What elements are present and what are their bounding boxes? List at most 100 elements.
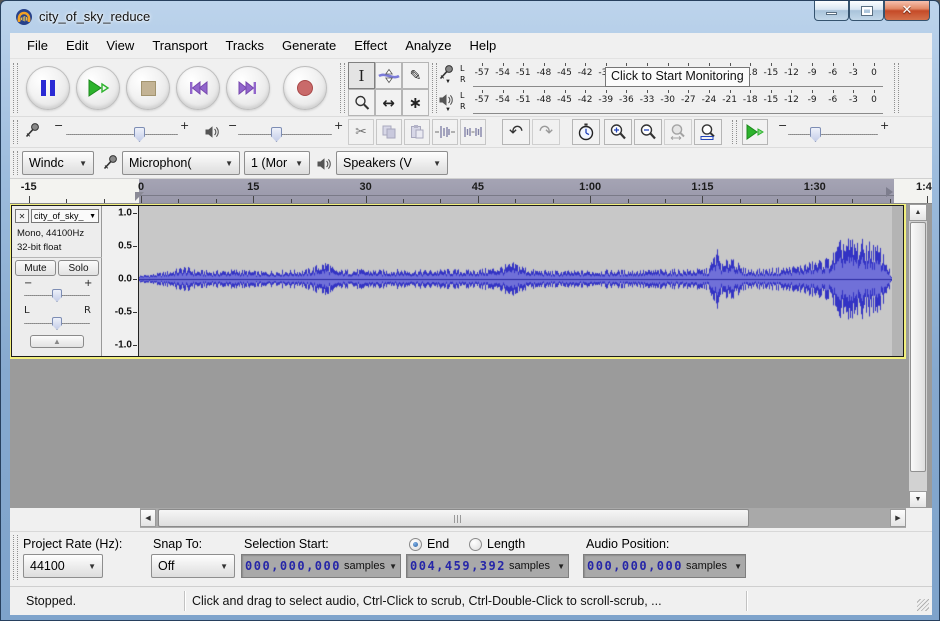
end-radio-label[interactable]: End [427,537,449,551]
trim-audio-button[interactable] [432,119,458,145]
audio-host-select[interactable]: Windc▼ [22,151,94,175]
menu-item-view[interactable]: View [97,35,143,56]
skip-to-end-button[interactable] [226,66,270,110]
arrow-right-icon: ▶ [895,514,900,522]
chevron-down-icon[interactable]: ▼ [557,562,565,571]
meter-dropdown-arrow-icon[interactable]: ▼ [445,79,451,85]
horizontal-scrollbar-thumb[interactable] [158,509,749,527]
track-area[interactable]: ✕ city_of_sky_ ▼ Mono, 44100Hz 32-bit fl… [10,204,932,508]
snap-to-select[interactable]: Off▼ [151,554,235,578]
zoom-tool-button[interactable] [348,89,375,116]
multi-tool-button[interactable]: ∗ [402,89,429,116]
selection-start-field[interactable]: 000,000,000 samples ▼ [241,554,401,578]
selection-end-field[interactable]: 004,459,392 samples ▼ [406,554,569,578]
playback-device-select[interactable]: Speakers (V▼ [336,151,448,175]
menu-item-tracks[interactable]: Tracks [216,35,273,56]
gain-slider[interactable] [24,295,90,296]
vertical-scrollbar-thumb[interactable] [910,222,926,472]
zoom-in-button[interactable] [604,119,632,145]
device-toolbar-grip[interactable] [13,151,18,175]
skip-to-start-button[interactable] [176,66,220,110]
end-radio[interactable] [409,538,422,551]
stop-button[interactable] [126,66,170,110]
menu-item-edit[interactable]: Edit [57,35,97,56]
waveform-canvas[interactable] [139,206,892,352]
recording-device-select[interactable]: Microphon(▼ [122,151,240,175]
timeline-ruler[interactable]: -1501530451:001:151:301:45 [10,179,932,204]
project-rate-select[interactable]: 44100▼ [23,554,103,578]
paste-button[interactable] [404,119,430,145]
mixer-toolbar-grip[interactable] [13,120,18,144]
fit-project-button[interactable] [694,119,722,145]
mute-button[interactable]: Mute [15,260,56,276]
sync-lock-button[interactable] [572,119,600,145]
meter-toolbar-grip[interactable] [432,63,437,113]
undo-button[interactable]: ↶ [502,119,530,145]
scroll-right-button[interactable]: ▶ [890,509,906,527]
record-button[interactable] [283,66,327,110]
menu-item-generate[interactable]: Generate [273,35,345,56]
silence-audio-button[interactable] [460,119,486,145]
output-volume-thumb[interactable] [271,127,282,142]
menu-item-effect[interactable]: Effect [345,35,396,56]
fit-selection-button[interactable] [664,119,692,145]
playback-speed-min-label: − [778,119,787,132]
menu-item-transport[interactable]: Transport [143,35,216,56]
scroll-down-button[interactable]: ▼ [909,491,927,508]
scroll-up-button[interactable]: ▲ [909,204,927,221]
pan-right-label: R [84,305,91,316]
cut-icon: ✂ [355,124,367,140]
transport-toolbar-grip[interactable] [13,63,18,113]
chevron-down-icon[interactable]: ▼ [734,562,742,571]
length-radio[interactable] [469,538,482,551]
restore-button[interactable] [849,1,884,21]
selection-toolbar-grip[interactable] [13,535,18,580]
output-volume-slider[interactable] [238,134,332,135]
waveform-region[interactable] [139,206,892,356]
close-button[interactable]: ✕ [884,1,930,21]
menu-item-analyze[interactable]: Analyze [396,35,460,56]
gain-thumb[interactable] [52,289,62,302]
chevron-down-icon[interactable]: ▼ [389,562,397,571]
tools-toolbar-grip[interactable] [340,63,345,113]
title-bar[interactable]: city_of_sky_reduce ✕ [1,1,940,33]
track-close-button[interactable]: ✕ [15,209,29,223]
playback-speed-slider[interactable] [788,134,878,135]
cut-button[interactable]: ✂ [348,119,374,145]
length-radio-label[interactable]: Length [487,537,525,551]
solo-button[interactable]: Solo [58,260,99,276]
pan-thumb[interactable] [52,317,62,330]
play-button[interactable] [76,66,120,110]
thumb-grip [454,515,462,523]
audio-position-field[interactable]: 000,000,000 samples ▼ [583,554,746,578]
input-volume-thumb[interactable] [134,127,145,142]
scroll-left-button[interactable]: ◀ [140,509,156,527]
meter-dropdown-arrow-icon[interactable]: ▼ [445,107,451,113]
resize-grip[interactable] [917,599,929,611]
selection-tool-button[interactable]: I [348,62,375,89]
menu-item-file[interactable]: File [18,35,57,56]
playback-speed-thumb[interactable] [810,127,821,142]
playback-meter[interactable]: ▼ L R -57-54-51-48-45-42-39-36-33-30-27-… [438,89,890,115]
time-shift-tool-button[interactable]: ↔ [375,89,402,116]
track-name-menu[interactable]: city_of_sky_ ▼ [31,209,99,223]
copy-button[interactable] [376,119,402,145]
horizontal-scrollbar[interactable]: ◀ ▶ [140,508,906,528]
audio-host-value: Windc [29,156,64,170]
pan-slider[interactable] [24,323,90,324]
menu-item-help[interactable]: Help [460,35,505,56]
play-at-speed-button[interactable] [742,119,768,145]
pause-button[interactable] [26,66,70,110]
vertical-scrollbar[interactable]: ▲ ▼ [909,204,927,508]
envelope-tool-button[interactable] [375,62,402,89]
collapse-track-button[interactable]: ▲ [30,335,84,348]
minimize-button[interactable] [814,1,849,21]
redo-button[interactable]: ↷ [532,119,560,145]
audio-track[interactable]: ✕ city_of_sky_ ▼ Mono, 44100Hz 32-bit fl… [11,205,904,357]
transcription-toolbar-grip[interactable] [732,120,737,144]
meter-toolbar-resizer[interactable] [894,63,899,113]
draw-tool-button[interactable]: ✎ [402,62,429,89]
input-volume-slider[interactable] [66,134,178,135]
recording-channels-select[interactable]: 1 (Mor▼ [244,151,310,175]
zoom-out-button[interactable] [634,119,662,145]
